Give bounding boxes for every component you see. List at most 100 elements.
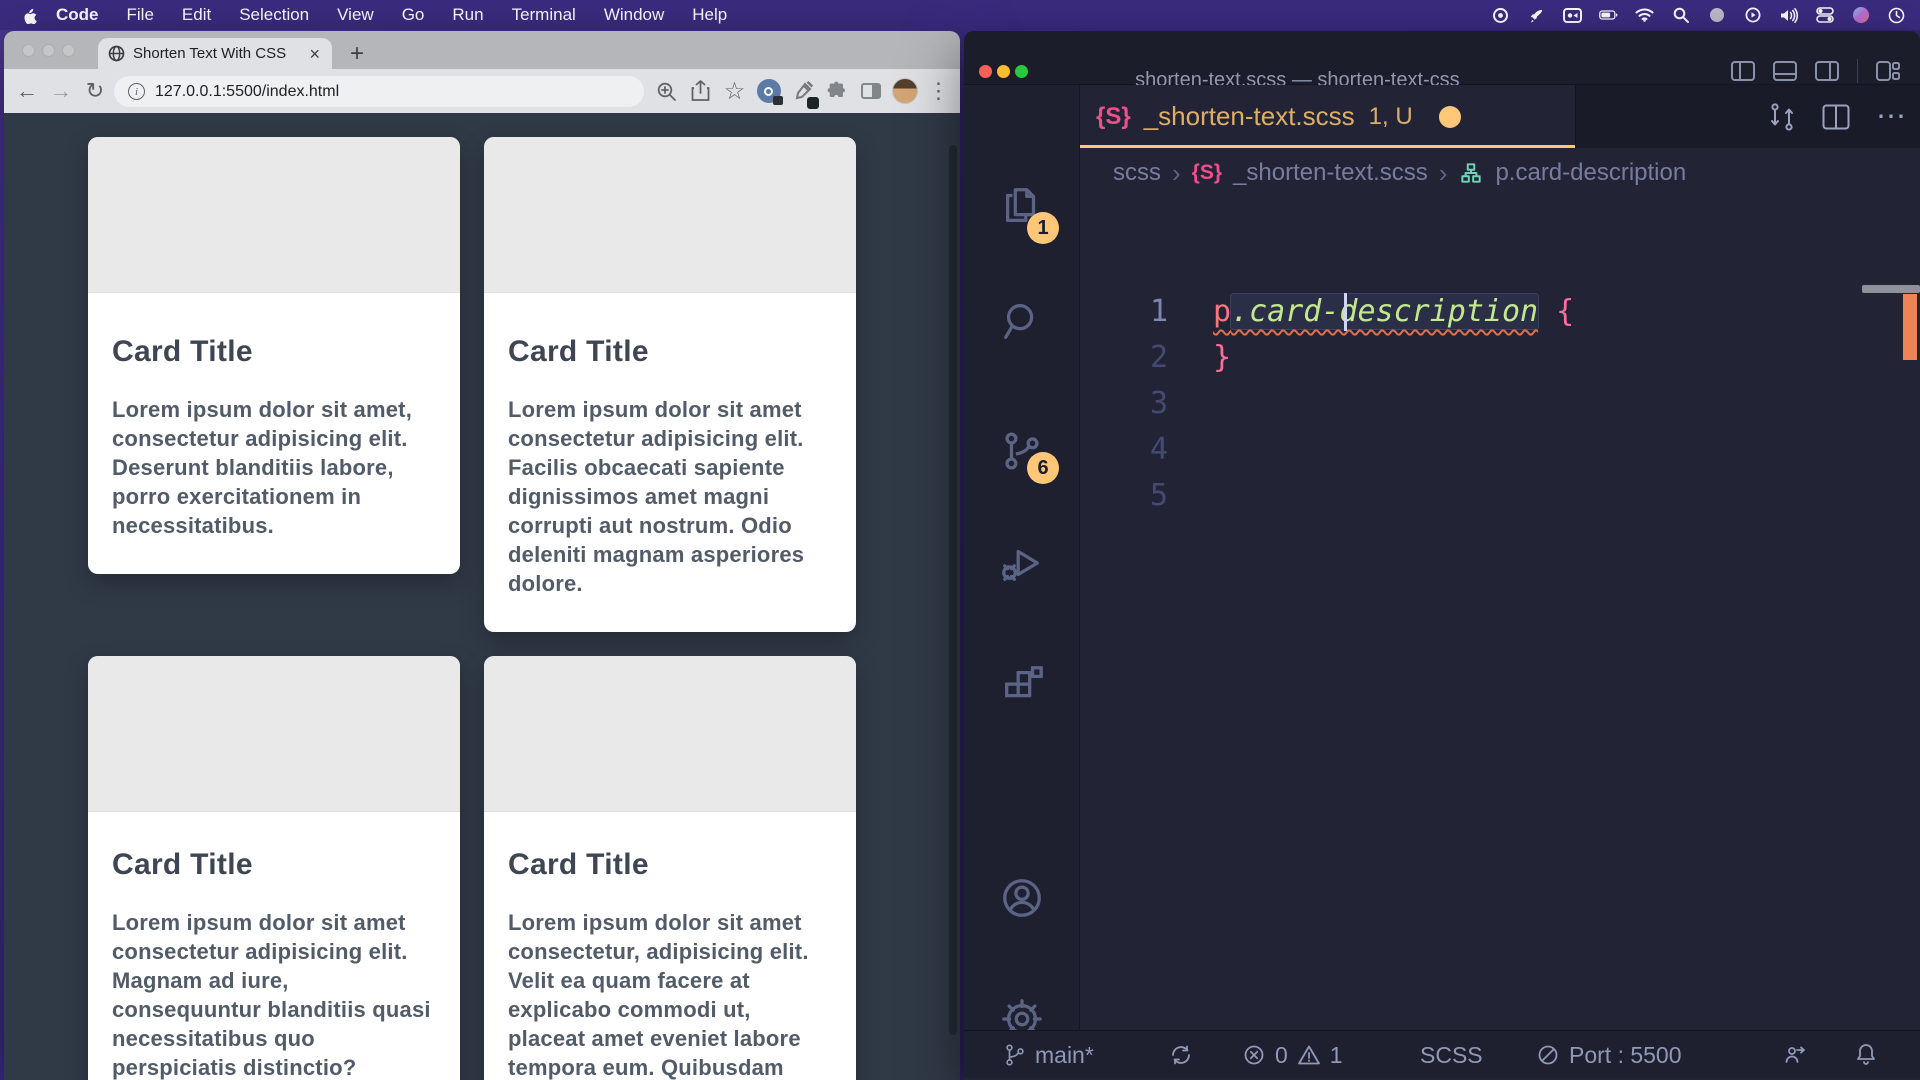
scm-badge: 6 [1027,452,1059,484]
code-editor[interactable]: 1 2 3 4 5 p.card-description { } [1080,198,1920,1036]
open-changes-icon[interactable] [1768,102,1796,132]
menu-item-go[interactable]: Go [388,0,439,30]
line-number: 5 [1080,473,1168,519]
tab-close-icon[interactable]: × [307,45,322,63]
toggle-sidebar-icon[interactable] [1731,61,1755,81]
unsaved-changes-dot[interactable] [1439,106,1461,128]
window-close-button[interactable] [22,44,35,57]
chevron-right-icon: › [1172,158,1181,189]
menu-item-file[interactable]: File [113,0,168,30]
back-button[interactable]: ← [10,74,44,108]
window-close-button[interactable] [979,65,992,78]
onepassword-extension-icon[interactable] [755,78,782,105]
live-server-port-item[interactable]: Port : 5500 [1536,1031,1682,1079]
toolbar-actions: ☆ ⋮ [653,69,952,113]
customize-layout-icon[interactable] [1876,61,1900,81]
card-image-placeholder [88,656,460,812]
menubar-status-area [1491,0,1906,30]
clock-icon[interactable] [1887,6,1906,25]
card-image-placeholder [484,137,856,293]
menu-item-edit[interactable]: Edit [168,0,225,30]
vscode-window: _shorten-text.scss — shorten-text-css 1 … [964,31,1920,1080]
volume-icon[interactable] [1779,6,1798,25]
share-icon[interactable] [687,78,714,105]
menu-item-help[interactable]: Help [678,0,741,30]
extensions-puzzle-icon[interactable] [823,78,850,105]
dot-icon[interactable] [1707,6,1726,25]
card: Card Title Lorem ipsum dolor sit amet co… [88,656,460,1080]
menu-item-view[interactable]: View [323,0,388,30]
browser-tab-strip: Shorten Text With CSS × + [4,31,960,69]
web-page: Card Title Lorem ipsum dolor sit amet, c… [4,113,960,1080]
card-description: Lorem ipsum dolor sit amet consectetur a… [112,908,436,1080]
branch-name: main* [1035,1042,1094,1069]
git-branch-item[interactable]: main* [1004,1031,1094,1079]
wifi-icon[interactable] [1635,6,1654,25]
site-info-icon[interactable]: i [128,83,145,100]
card-title: Card Title [508,335,832,369]
code-line-1[interactable]: p.card-description { [1213,289,1574,335]
problems-item[interactable]: 0 1 [1242,1031,1343,1079]
zoom-in-icon[interactable] [653,78,680,105]
menu-item-selection[interactable]: Selection [225,0,323,30]
menu-bar: Code File Edit Selection View Go Run Ter… [0,0,1920,30]
bookmark-star-icon[interactable]: ☆ [721,78,748,105]
color-picker-extension-icon[interactable] [789,78,816,105]
new-tab-button[interactable]: + [342,39,372,69]
feedback-item[interactable] [1782,1031,1808,1079]
tab-file-name: _shorten-text.scss [1144,101,1355,132]
toggle-secondary-sidebar-icon[interactable] [1815,61,1839,81]
text-cursor [1344,293,1347,331]
breadcrumb-symbol[interactable]: p.card-description [1495,159,1686,187]
extensions-icon[interactable] [999,663,1045,709]
apple-menu-icon[interactable] [22,6,38,24]
card-description: Lorem ipsum dolor sit amet, consectetur … [112,395,436,540]
search-icon[interactable] [999,298,1045,344]
record-icon[interactable] [1491,6,1510,25]
split-editor-icon[interactable] [1822,104,1850,130]
window-zoom-button[interactable] [62,44,75,57]
code-line-2[interactable]: } [1213,335,1231,381]
menu-item-run[interactable]: Run [438,0,497,30]
address-bar[interactable]: i 127.0.0.1:5500/index.html [114,76,644,107]
toggle-panel-icon[interactable] [1773,61,1797,81]
menu-item-window[interactable]: Window [590,0,678,30]
window-minimize-button[interactable] [997,65,1010,78]
run-debug-icon[interactable] [999,540,1045,586]
play-icon[interactable] [1743,6,1762,25]
reload-button[interactable]: ↻ [78,74,112,108]
code-token-tag: p [1213,294,1231,329]
vscode-titlebar: _shorten-text.scss — shorten-text-css [964,31,1920,85]
page-scrollbar[interactable] [949,145,957,1035]
language-mode-item[interactable]: SCSS [1420,1031,1483,1079]
scrollbar-slider[interactable] [1862,285,1920,293]
menu-item-terminal[interactable]: Terminal [498,0,590,30]
breadcrumb-folder[interactable]: scss [1113,159,1161,187]
notifications-bell-icon[interactable] [1854,1031,1878,1079]
code-token-class-selector: .card-description [1231,294,1538,329]
accounts-icon[interactable] [999,875,1045,921]
breadcrumb-file[interactable]: _shorten-text.scss [1233,159,1428,187]
profile-avatar[interactable] [891,78,918,105]
window-zoom-button[interactable] [1015,65,1028,78]
battery-icon[interactable] [1599,6,1618,25]
search-icon[interactable] [1671,6,1690,25]
editor-tab[interactable]: {S} _shorten-text.scss 1, U [1080,85,1576,148]
card-grid: Card Title Lorem ipsum dolor sit amet, c… [88,137,856,1080]
window-minimize-button[interactable] [42,44,55,57]
rocket-icon[interactable] [1527,6,1546,25]
siri-icon[interactable] [1851,6,1870,25]
menu-item-code[interactable]: Code [42,0,113,30]
browser-menu-kebab-icon[interactable]: ⋮ [925,78,952,105]
screen-record-icon[interactable] [1563,6,1582,25]
more-actions-icon[interactable]: ⋯ [1876,102,1906,132]
port-label: Port : 5500 [1569,1042,1682,1069]
activity-bar: 1 6 [964,85,1080,1030]
explorer-badge: 1 [1027,212,1059,244]
code-token-close-brace: } [1213,340,1231,375]
forward-button[interactable]: → [44,74,78,108]
sync-changes-item[interactable] [1169,1031,1193,1079]
control-center-icon[interactable] [1815,6,1834,25]
side-panel-icon[interactable] [857,78,884,105]
browser-tab[interactable]: Shorten Text With CSS × [98,38,332,69]
